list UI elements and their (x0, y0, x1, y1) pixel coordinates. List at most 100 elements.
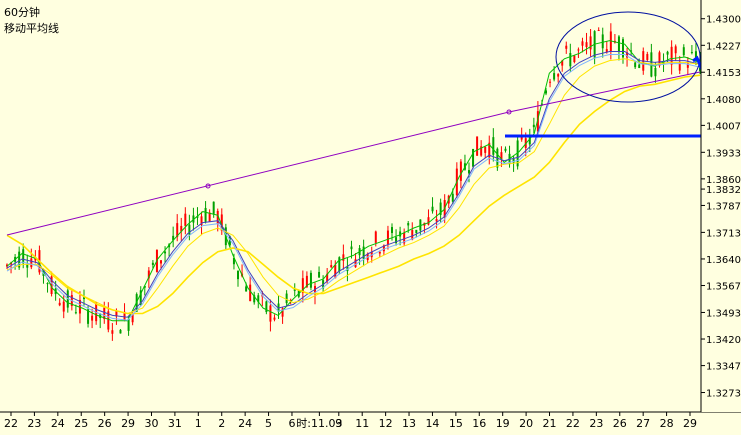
x-tick-label: 29 (683, 417, 697, 430)
y-tick-label: 1.4227 (706, 41, 741, 52)
x-tick-label: 24 (51, 417, 65, 430)
candle-body (532, 124, 535, 128)
candle-body (378, 251, 381, 254)
x-tick-label: 26 (613, 417, 627, 430)
candle-body (350, 246, 353, 250)
candle-body (585, 42, 588, 47)
candle-body (504, 148, 507, 151)
x-tick-label: 6 (288, 417, 295, 430)
y-tick-label: 1.4080 (706, 95, 741, 106)
x-tick-label: 20 (519, 417, 533, 430)
candle-body (690, 52, 693, 54)
x-tick-label: 21 (543, 417, 557, 430)
candle-body (617, 36, 620, 53)
candle-body (682, 47, 685, 56)
x-axis: 22 23 24 25 26 29 30 31 1 2 24 5 6 时:11.039 11 12 13 14 15… (0, 411, 741, 431)
y-tick-label: 1.3273 (706, 389, 741, 400)
candle-body (484, 146, 487, 153)
candle-body (634, 62, 637, 68)
candle-body (427, 217, 430, 225)
candle-body (330, 265, 333, 268)
y-axis: 1.4300 1.4227 1.4153 1.4080 1.4007 1.3933 1.38… (700, 0, 741, 412)
candle-body (160, 260, 162, 264)
candle-body (549, 81, 552, 83)
candle-body (646, 54, 649, 60)
x-tick-label: 22 (566, 417, 580, 430)
y-tick-label: 1.3640 (706, 255, 741, 266)
candle-body (164, 251, 167, 254)
candle-body (318, 271, 321, 278)
candle-body (30, 258, 33, 268)
candle-body (249, 284, 252, 302)
plot-background (0, 0, 741, 431)
y-tick-label: 1.3832 (706, 185, 741, 196)
chart: 22 23 24 25 26 29 30 31 1 2 24 5 6 时:11.03 9 11 12 13 14 15… (0, 0, 741, 431)
x-tick-label: 12 (379, 417, 393, 430)
x-tick-label: 28 (660, 417, 674, 430)
y-tick-label: 1.3567 (706, 282, 741, 293)
candle-body (58, 302, 61, 306)
y-tick-label: 1.4007 (706, 121, 741, 132)
candle-body (597, 30, 600, 32)
x-tick-label: 24 (238, 417, 252, 430)
x-tick-label: 11 (355, 417, 369, 430)
y-tick-label: 1.4300 (706, 15, 741, 26)
candle-body (237, 270, 239, 280)
y-tick-label: 1.4153 (706, 68, 741, 79)
candle-body (581, 41, 584, 46)
candle-body (666, 51, 669, 55)
candle-body (451, 193, 454, 202)
candle-body (273, 317, 276, 320)
x-tick-label: 27 (636, 417, 650, 430)
candle-body (338, 257, 341, 272)
candle-body (638, 64, 641, 69)
candle-body (459, 161, 462, 181)
candle-body (553, 73, 556, 80)
candle-body (407, 223, 410, 226)
candle-body (476, 136, 479, 156)
candle-body (557, 74, 560, 77)
indicator-label: 移动平均线 (4, 22, 59, 35)
x-tick-label: 26 (98, 417, 112, 430)
x-tick-label: 13 (402, 417, 416, 430)
candle-body (386, 230, 389, 245)
x-tick-label: 2 (218, 417, 225, 430)
x-tick-label: 16 (472, 417, 486, 430)
y-tick-label: 1.3933 (706, 148, 741, 159)
candle-body (91, 315, 94, 321)
candle-body (431, 206, 434, 212)
candle-body (654, 67, 657, 77)
x-tick-label: 22 (4, 417, 18, 430)
candle-body (415, 229, 418, 233)
candle-body (204, 207, 207, 222)
candle-body (573, 55, 576, 63)
x-tick-label: 15 (449, 417, 463, 430)
y-tick-label: 1.3787 (706, 201, 741, 212)
candle-body (435, 219, 438, 222)
candle-body (212, 201, 215, 214)
candle-body (577, 49, 580, 51)
candle-body (468, 170, 470, 174)
y-tick-label: 1.3347 (706, 362, 741, 373)
x-tick-label: 5 (265, 417, 272, 430)
candle-body (391, 227, 393, 234)
candle-body (374, 231, 377, 243)
candle-body (151, 262, 154, 265)
x-tick-label: 30 (144, 417, 158, 430)
y-tick-label: 1.3713 (706, 228, 741, 239)
candle-body (119, 329, 122, 334)
x-tick-label: 23 (27, 417, 41, 430)
x-tick-label: 9 (335, 417, 342, 430)
candle-body (601, 34, 604, 49)
candle-body (269, 305, 272, 322)
x-tick-label: 19 (496, 417, 510, 430)
candle-body (565, 45, 568, 49)
timeframe-label: 60分钟 (4, 6, 40, 19)
candle-body (184, 213, 187, 226)
candle-body (74, 312, 77, 314)
candle-body (46, 283, 49, 285)
x-tick-label: 25 (74, 417, 88, 430)
candle-body (62, 301, 65, 312)
candle-body (22, 249, 25, 264)
candle-body (245, 286, 248, 292)
